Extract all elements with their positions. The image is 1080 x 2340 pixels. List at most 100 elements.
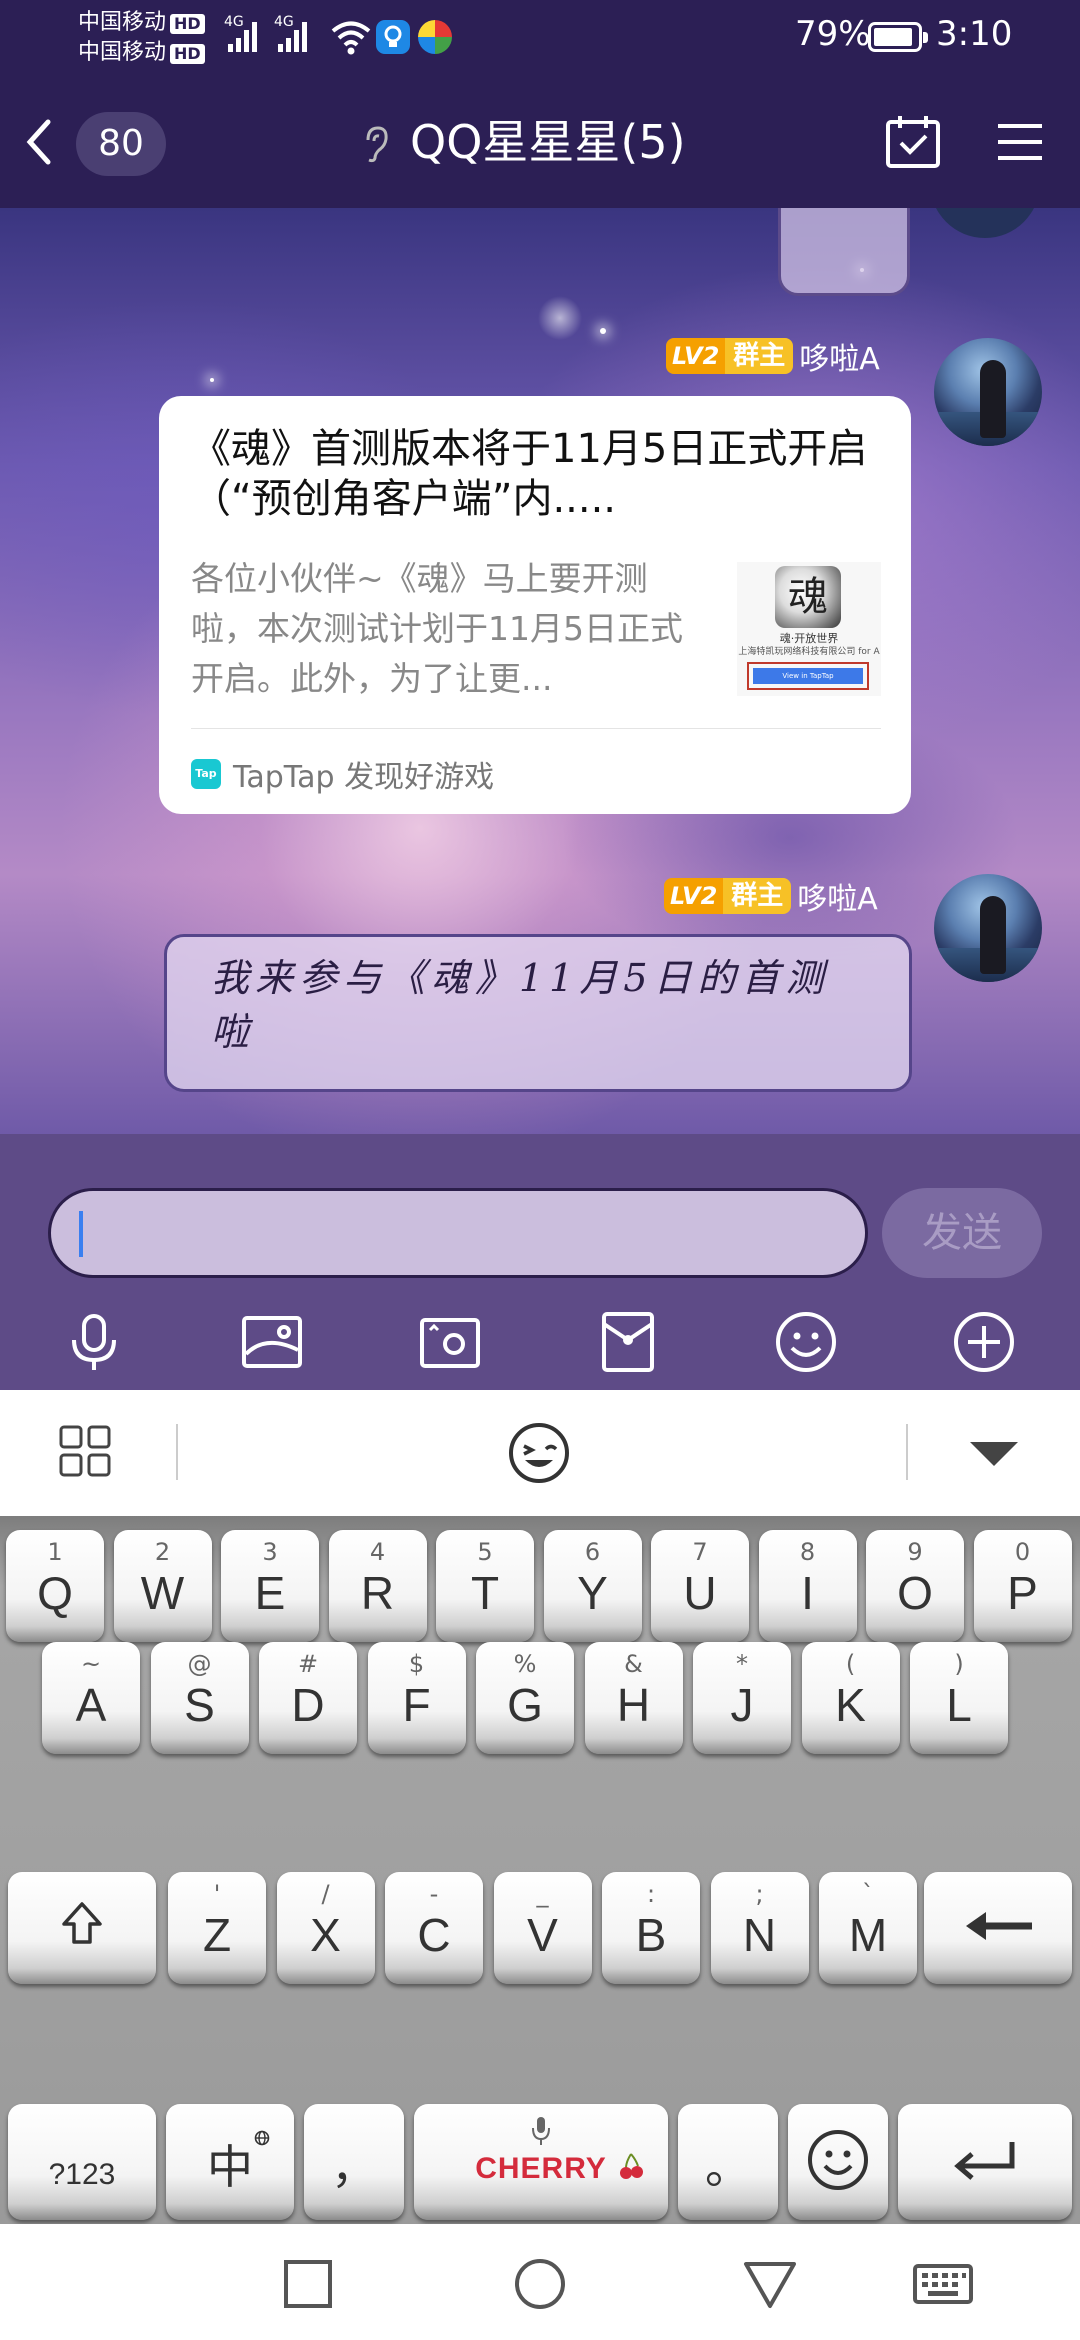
key-k[interactable]: (K <box>801 1642 900 1754</box>
group-owner-badge: LV2 群主 <box>664 878 792 914</box>
sender-name[interactable]: 哆啦A <box>799 334 880 378</box>
key-comma[interactable]: ， <box>304 2104 404 2220</box>
keyboard-icon[interactable] <box>912 2256 974 2312</box>
key-label: X <box>310 1909 341 1961</box>
key-label: L <box>946 1679 972 1731</box>
key-p[interactable]: 0P <box>973 1530 1072 1642</box>
background-star <box>210 378 214 382</box>
thumbnail-publisher: 上海特凯玩网络科技有限公司 for A <box>738 647 880 657</box>
image-icon[interactable] <box>240 1310 304 1374</box>
recent-apps-icon[interactable] <box>280 2256 336 2312</box>
avatar[interactable] <box>930 208 1040 238</box>
key-label: W <box>140 1567 185 1619</box>
avatar[interactable] <box>934 874 1042 982</box>
battery-percent: 79% <box>795 14 871 54</box>
key-secondary-label: - <box>429 1880 439 1908</box>
key-u[interactable]: 7U <box>651 1530 749 1642</box>
handwriting-message-bubble[interactable]: 我来参与《魂》11月5日的首测啦 <box>164 934 912 1092</box>
key-secondary-label: 4 <box>369 1538 386 1566</box>
key-c[interactable]: -C <box>385 1872 483 1984</box>
back-icon[interactable] <box>742 2256 798 2312</box>
key-shift[interactable] <box>8 1872 156 1984</box>
message-input[interactable] <box>48 1188 868 1278</box>
key-z[interactable]: ' Z <box>168 1872 266 1984</box>
hd-badge: HD <box>170 44 205 64</box>
key-secondary-label: $ <box>408 1650 425 1678</box>
sender-info: LV2 群主 哆啦A <box>664 874 878 918</box>
key-t[interactable]: 5T <box>436 1530 534 1642</box>
wink-emoji-icon[interactable] <box>508 1422 570 1484</box>
card-source-label: TapTap 发现好游戏 <box>233 760 495 795</box>
send-button[interactable]: 发送 <box>882 1188 1042 1278</box>
chat-title[interactable]: QQ星星星(5) <box>410 110 686 174</box>
card-source: Tap TapTap 发现好游戏 <box>191 752 494 796</box>
key-backspace[interactable] <box>924 1872 1072 1984</box>
bulb-app-icon <box>376 20 410 54</box>
key-secondary-label: / <box>321 1880 330 1908</box>
key-f[interactable]: $ F <box>367 1642 466 1754</box>
hd-badge: HD <box>170 14 205 34</box>
key-w[interactable]: 2W <box>113 1530 212 1642</box>
game-logo: 魂 <box>775 566 841 628</box>
avatar[interactable] <box>934 338 1042 446</box>
key-b[interactable]: :B <box>602 1872 700 1984</box>
background-star <box>600 328 606 334</box>
key-secondary-label: * <box>736 1650 748 1678</box>
key-secondary-label: ) <box>954 1650 964 1678</box>
key-j[interactable]: * J <box>693 1642 791 1754</box>
key-secondary-label: ` <box>862 1880 874 1908</box>
key-g[interactable]: % G <box>476 1642 574 1754</box>
key-m[interactable]: ` M <box>819 1872 917 1984</box>
key-v[interactable]: _ V <box>493 1872 592 1984</box>
key-d[interactable]: # D <box>259 1642 357 1754</box>
home-icon[interactable] <box>512 2256 568 2312</box>
key-q[interactable]: 1Q <box>6 1530 104 1642</box>
keyboard-hide-icon[interactable] <box>968 1438 1020 1468</box>
key-secondary-label: 6 <box>584 1538 601 1566</box>
previous-message-bubble[interactable] <box>778 208 910 296</box>
grid-menu-icon[interactable] <box>58 1424 112 1478</box>
key-label: G <box>507 1679 543 1731</box>
key-label: M <box>848 1909 888 1961</box>
key-e[interactable]: 3E <box>221 1530 319 1642</box>
key-enter[interactable] <box>898 2104 1072 2220</box>
divider <box>191 728 881 729</box>
key-space[interactable]: CHERRY <box>414 2104 668 2220</box>
hamburger-menu-icon[interactable] <box>992 114 1048 170</box>
key-secondary-label: @ <box>187 1650 212 1678</box>
key-secondary-label: _ <box>536 1880 549 1908</box>
red-packet-icon[interactable] <box>596 1310 660 1374</box>
calendar-check-icon[interactable] <box>884 112 942 170</box>
key-l[interactable]: ) L <box>910 1642 1008 1754</box>
ear-icon[interactable] <box>360 124 390 164</box>
card-title: 《魂》首测版本将于11月5日正式开启（“预创角客户端”内..... <box>191 426 868 522</box>
enter-icon <box>954 2142 1015 2180</box>
key-period[interactable]: 。 <box>678 2104 778 2220</box>
key-y[interactable]: 6Y <box>543 1530 642 1642</box>
key-o[interactable]: 9O <box>866 1530 964 1642</box>
key-a[interactable]: ~ A <box>42 1642 140 1754</box>
emoji-icon[interactable] <box>774 1310 838 1374</box>
key-i[interactable]: 8I <box>758 1530 857 1642</box>
key-secondary-label: 3 <box>262 1538 278 1566</box>
camera-icon[interactable] <box>418 1310 482 1374</box>
key-label: Z <box>202 1909 232 1961</box>
unread-count-badge[interactable]: 80 <box>76 112 166 176</box>
key-r[interactable]: 4R <box>328 1530 427 1642</box>
chat-message-area[interactable]: LV2 群主 哆啦A 《魂》首测版本将于11月5日正式开启（“预创角客户端”内..… <box>0 208 1080 1134</box>
carrier-name-1: 中国移动 <box>78 10 167 35</box>
key-n[interactable]: ; N <box>710 1872 809 1984</box>
key-x[interactable]: / X <box>276 1872 375 1984</box>
plus-icon[interactable] <box>952 1310 1016 1374</box>
key-secondary-label: 2 <box>154 1538 171 1566</box>
key-s[interactable]: @ S <box>150 1642 249 1754</box>
microphone-icon[interactable] <box>62 1310 126 1374</box>
share-card[interactable]: 《魂》首测版本将于11月5日正式开启（“预创角客户端”内..... 各位小伙伴~… <box>159 396 911 814</box>
key-symbols[interactable]: ?123 <box>8 2104 156 2220</box>
sender-name[interactable]: 哆啦A <box>797 874 878 918</box>
key-emoji[interactable] <box>788 2104 888 2220</box>
key-h[interactable]: & H <box>584 1642 683 1754</box>
key-language[interactable]: 中 <box>166 2104 294 2220</box>
key-label: O <box>897 1567 933 1619</box>
chevron-left-icon[interactable] <box>14 112 64 172</box>
